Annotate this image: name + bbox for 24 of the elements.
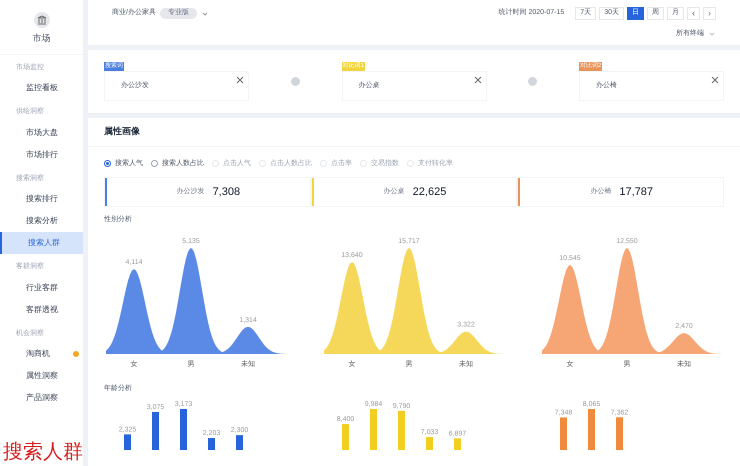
chevron-down-icon[interactable] xyxy=(200,10,209,18)
close-icon[interactable] xyxy=(711,76,719,84)
panel-title: 属性画像 xyxy=(88,118,740,146)
close-icon[interactable] xyxy=(474,76,482,84)
caption-overlay: 搜索人群 xyxy=(3,442,83,462)
sidebar-item[interactable]: 行业客群 xyxy=(0,276,83,298)
close-icon[interactable] xyxy=(236,76,244,84)
sidebar-item[interactable]: 市场排行 xyxy=(0,144,83,166)
sidebar-item[interactable]: 淘商机 xyxy=(0,343,83,365)
sidebar-item[interactable]: 搜索排行 xyxy=(0,188,83,210)
sidebar-item[interactable]: 监控看板 xyxy=(0,77,83,99)
sidebar-title: 市场 xyxy=(32,32,50,45)
sidebar-item[interactable]: 属性洞察 xyxy=(0,365,83,387)
sidebar-item[interactable]: 市场大盘 xyxy=(0,122,83,144)
sidebar-item[interactable]: 搜索分析 xyxy=(0,210,83,232)
bank-icon xyxy=(34,12,50,28)
sidebar-item[interactable]: 搜索人群 xyxy=(0,232,83,254)
total-value: 17,787 xyxy=(619,184,653,200)
next-button[interactable]: › xyxy=(703,7,716,20)
sidebar-item[interactable]: 产品洞察 xyxy=(0,387,83,409)
total-value: 22,625 xyxy=(412,184,446,200)
total-value: 7,308 xyxy=(212,184,240,200)
prev-button[interactable]: ‹ xyxy=(687,7,700,20)
sidebar-item[interactable]: 客群透视 xyxy=(0,298,83,320)
